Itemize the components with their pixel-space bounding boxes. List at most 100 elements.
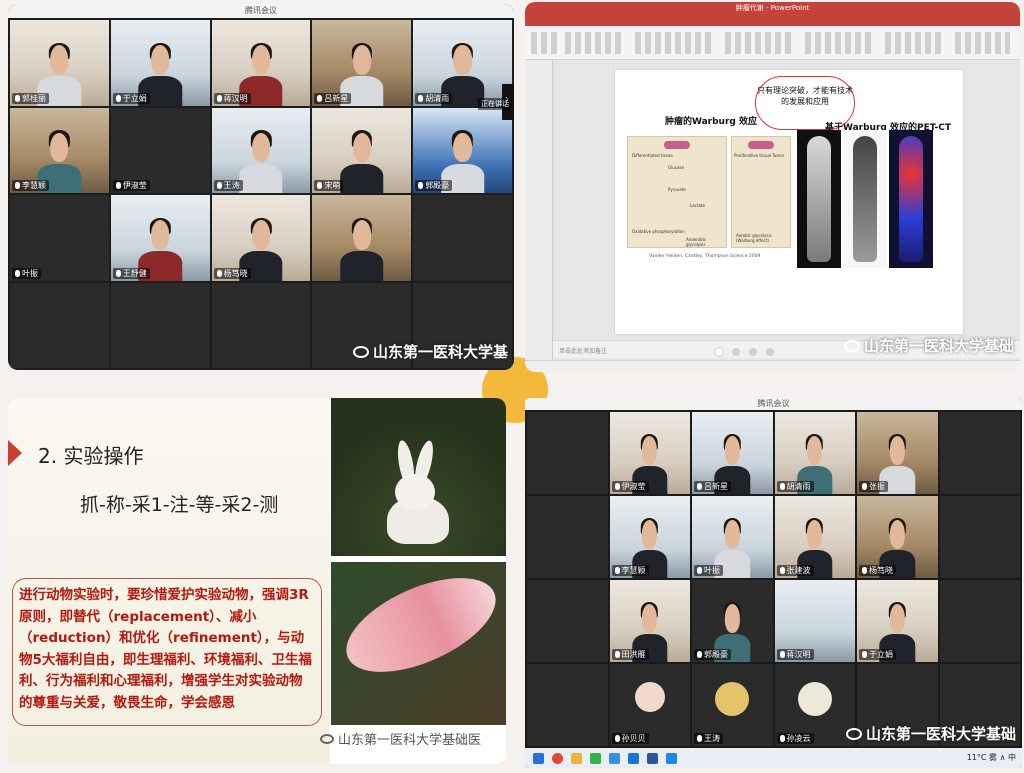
mic-icon: [115, 269, 121, 277]
mic-icon: [779, 483, 785, 490]
video-tile[interactable]: 叶振: [692, 496, 773, 578]
ribbon[interactable]: [525, 26, 1020, 60]
wechat-icon: [843, 340, 860, 352]
mic-icon: [15, 94, 20, 102]
video-tile[interactable]: [110, 282, 210, 368]
video-tile[interactable]: 伊淑莹: [609, 412, 690, 494]
mic-icon: [697, 735, 702, 742]
video-tile[interactable]: 宋萌: [312, 107, 412, 193]
word-icon[interactable]: [647, 752, 658, 764]
video-tile[interactable]: 王舒健: [110, 195, 210, 281]
video-tile[interactable]: 孙贝贝: [609, 664, 690, 746]
video-grid: 伊淑莹 吕新星 胡清雨 张振 李慧颖 叶振 张建波 杨笃晓 田洪雁 郭殿豪 蒋汉…: [525, 410, 1022, 748]
video-tile[interactable]: [211, 282, 311, 368]
video-tile[interactable]: 蒋汉明: [211, 20, 311, 106]
mic-icon: [418, 182, 424, 189]
rabbit-ear-photo: [331, 558, 506, 725]
pet-ct-scan: [843, 130, 887, 268]
speaking-indicator: 正在讲话: [478, 98, 512, 110]
mic-icon: [317, 94, 323, 102]
slide-citation: Vander Heiden, Cantley, Thompson Science…: [649, 254, 761, 259]
video-tile[interactable]: 于立娟: [857, 580, 938, 662]
video-tile[interactable]: 吕新星: [692, 412, 773, 494]
mic-icon: [15, 182, 20, 189]
meeting-window-top: 腾讯会议 郭桂丽 于立娟 蒋汉明 吕新星 胡清雨 李慧颖 伊淑莹 王涛 宋萌 郭…: [8, 4, 514, 370]
video-tile[interactable]: [939, 496, 1020, 578]
video-tile[interactable]: 伊淑莹: [110, 107, 210, 193]
video-tile[interactable]: 蒋汉明: [774, 580, 855, 662]
mic-icon: [779, 567, 785, 574]
mic-icon: [779, 651, 785, 658]
video-grid: 郭桂丽 于立娟 蒋汉明 吕新星 胡清雨 李慧颖 伊淑莹 王涛 宋萌 郭殿豪 叶振…: [8, 18, 514, 370]
video-tile[interactable]: 王涛: [211, 107, 311, 193]
video-tile[interactable]: 胡清雨: [413, 20, 512, 106]
avatar: [797, 682, 832, 717]
pet-ct-scan: [797, 130, 841, 268]
video-tile[interactable]: 张建波: [774, 496, 855, 578]
mic-icon: [697, 567, 702, 574]
video-tile[interactable]: 李慧颖: [10, 107, 109, 193]
video-tile[interactable]: 杨笃晓: [211, 195, 311, 281]
wechat-icon[interactable]: [590, 752, 601, 764]
mic-icon: [614, 483, 620, 490]
video-tile[interactable]: 胡清雨: [774, 412, 855, 494]
video-tile[interactable]: 郭殿豪: [413, 107, 512, 193]
video-tile[interactable]: 郭殿豪: [692, 580, 773, 662]
video-tile[interactable]: 张振: [857, 412, 938, 494]
mic-icon: [115, 182, 121, 189]
chrome-icon[interactable]: [552, 752, 563, 764]
slide-canvas[interactable]: 只有理论突破，才能有技术的发展和应用 肿瘤的Warburg 效应 基于Warbu…: [615, 70, 963, 334]
video-tile[interactable]: 孙凌云: [774, 664, 855, 746]
video-tile[interactable]: [527, 412, 608, 494]
metabolism-diagram-left: Differentiated tissue Glucose Pyruvate L…: [627, 136, 727, 248]
app-icon[interactable]: [628, 752, 639, 764]
video-tile[interactable]: 王涛: [692, 664, 773, 746]
watermark: 山东第一医科大学基础医: [320, 729, 481, 748]
meeting-title: 腾讯会议: [8, 4, 514, 18]
video-tile[interactable]: [10, 282, 109, 368]
mic-icon: [216, 269, 222, 277]
taskbar: 11°C 雾 ∧ 中: [525, 748, 1022, 768]
video-tile[interactable]: 于立娟: [110, 20, 210, 106]
video-tile[interactable]: 田洪雁: [609, 580, 690, 662]
mic-icon: [862, 567, 867, 574]
slide-thumbnails[interactable]: [525, 60, 553, 360]
windows-start-icon[interactable]: [533, 752, 544, 764]
video-tile[interactable]: 叶振: [10, 195, 109, 281]
mic-icon: [216, 182, 222, 189]
mic-icon: [697, 483, 702, 490]
mic-icon: [418, 94, 424, 102]
browser-icon[interactable]: [609, 752, 620, 764]
video-tile[interactable]: [312, 195, 412, 281]
video-tile[interactable]: 李慧颖: [609, 496, 690, 578]
mic-icon: [779, 735, 785, 742]
mic-icon: [614, 735, 620, 742]
meeting-icon[interactable]: [666, 752, 677, 764]
mic-icon: [697, 651, 702, 658]
video-tile[interactable]: 吕新星: [312, 20, 412, 106]
slide-heading: 2. 实验操作: [38, 444, 144, 468]
video-tile[interactable]: 郭桂丽: [10, 20, 109, 106]
files-icon[interactable]: [571, 752, 582, 764]
video-tile[interactable]: [413, 195, 512, 281]
watermark: 山东第一医科大学基础: [843, 335, 1014, 356]
bullet-arrow-icon: [8, 440, 22, 466]
wechat-icon: [352, 346, 369, 358]
video-tile[interactable]: [527, 664, 608, 746]
watermark: 山东第一医科大学基础: [845, 723, 1016, 744]
video-tile[interactable]: [527, 580, 608, 662]
mic-icon: [862, 483, 867, 490]
mic-icon: [317, 182, 323, 189]
mic-icon: [115, 94, 121, 102]
video-tile[interactable]: [527, 496, 608, 578]
ribbon-tabs[interactable]: [525, 14, 1020, 26]
powerpoint-window: 肿瘤代谢 - PowerPoint 只有理论突破，才能有技术的发展和应用 肿瘤的…: [525, 2, 1020, 372]
window-title: 肿瘤代谢 - PowerPoint: [525, 2, 1020, 14]
avatar: [715, 682, 750, 717]
video-tile[interactable]: [939, 412, 1020, 494]
editor-area: 只有理论突破，才能有技术的发展和应用 肿瘤的Warburg 效应 基于Warbu…: [525, 60, 1020, 360]
video-tile[interactable]: 杨笃晓: [857, 496, 938, 578]
procedure-steps: 抓-称-采1-注-等-采2-测: [80, 494, 279, 516]
carousel-dots[interactable]: [715, 348, 774, 356]
video-tile[interactable]: [939, 580, 1020, 662]
